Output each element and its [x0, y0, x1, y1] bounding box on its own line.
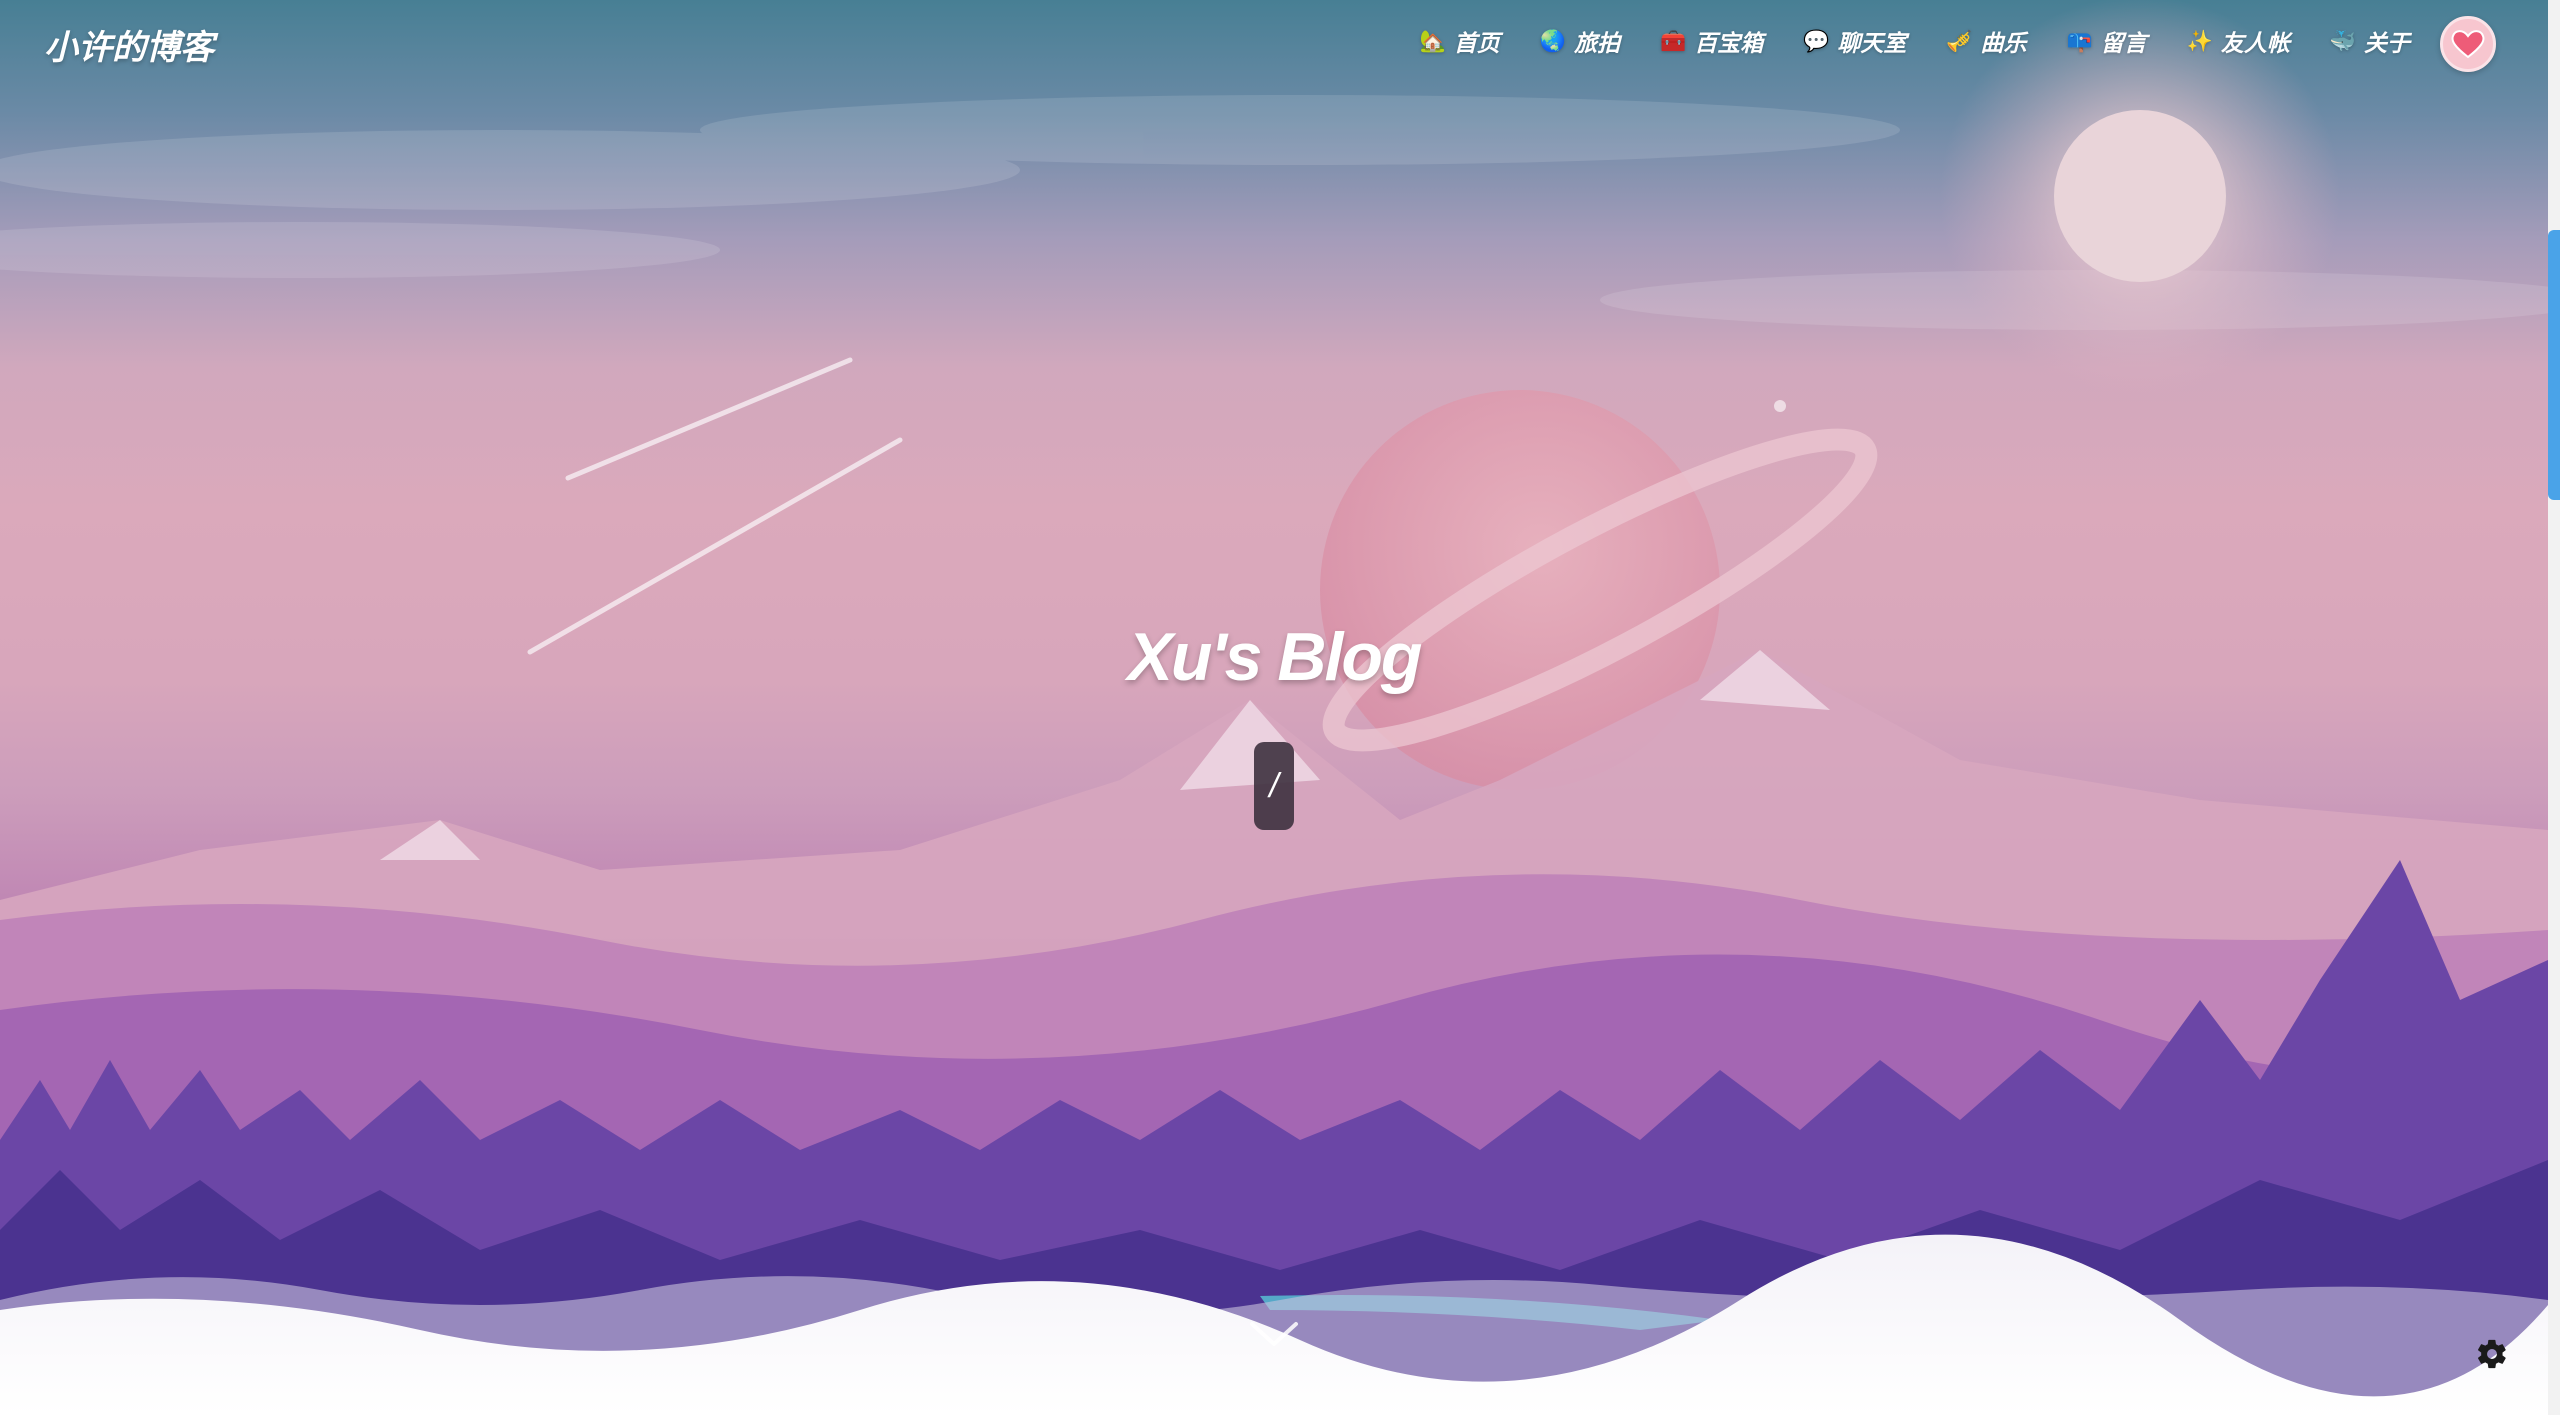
mailbox-icon: 📪 — [2066, 29, 2093, 53]
trumpet-icon: 🎺 — [1946, 29, 1973, 53]
nav-item-home[interactable]: 🏡 首页 — [1420, 24, 1500, 58]
main-menu: 🏡 首页 🌏 旅拍 🧰 百宝箱 💬 聊天室 🎺 曲乐 📪 留言 ✨ 友人帐 🐳 — [1420, 24, 2410, 58]
page-scrollbar[interactable] — [2548, 0, 2560, 1415]
globe-icon: 🌏 — [1539, 29, 1567, 53]
nav-item-travel[interactable]: 🌏 旅拍 — [1540, 24, 1620, 58]
gear-icon — [2478, 1339, 2506, 1369]
nav-item-label: 聊天室 — [1837, 30, 1907, 56]
nav-item-label: 首页 — [1453, 30, 1500, 56]
nav-item-about[interactable]: 🐳 关于 — [2330, 24, 2410, 58]
nav-item-label: 关于 — [2364, 30, 2410, 56]
nav-item-label: 旅拍 — [1574, 30, 1621, 56]
avatar[interactable] — [2440, 16, 2496, 72]
hero-title: Xu's Blog — [1127, 619, 1423, 695]
whale-icon: 🐳 — [2329, 29, 2356, 53]
typing-subtitle: / — [1254, 742, 1294, 830]
toolbox-icon: 🧰 — [1660, 29, 1687, 53]
landscape-illustration — [0, 0, 2548, 1415]
settings-button[interactable] — [2472, 1334, 2512, 1374]
scroll-down-chevron-icon[interactable] — [1248, 1318, 1300, 1352]
heart-icon — [2451, 30, 2485, 59]
house-icon: 🏡 — [1419, 29, 1446, 53]
nav-item-chatroom[interactable]: 💬 聊天室 — [1803, 24, 1906, 58]
nav-item-label: 留言 — [2100, 30, 2147, 56]
top-navbar: 小许的博客 🏡 首页 🌏 旅拍 🧰 百宝箱 💬 聊天室 🎺 曲乐 📪 留言 ✨ … — [0, 0, 2548, 84]
nav-item-music[interactable]: 🎺 曲乐 — [1946, 24, 2026, 58]
chat-bubble-icon: 💬 — [1803, 29, 1830, 53]
sparkles-icon: ✨ — [2186, 29, 2213, 53]
nav-item-toolbox[interactable]: 🧰 百宝箱 — [1660, 24, 1763, 58]
nav-item-messages[interactable]: 📪 留言 — [2067, 24, 2147, 58]
nav-item-label: 友人帐 — [2220, 30, 2290, 56]
nav-item-label: 曲乐 — [1980, 30, 2027, 56]
hero-background — [0, 0, 2548, 1415]
nav-item-friends[interactable]: ✨ 友人帐 — [2187, 24, 2290, 58]
nav-item-label: 百宝箱 — [1694, 30, 1764, 56]
scrollbar-thumb[interactable] — [2548, 230, 2560, 500]
site-brand[interactable]: 小许的博客 — [44, 20, 214, 69]
